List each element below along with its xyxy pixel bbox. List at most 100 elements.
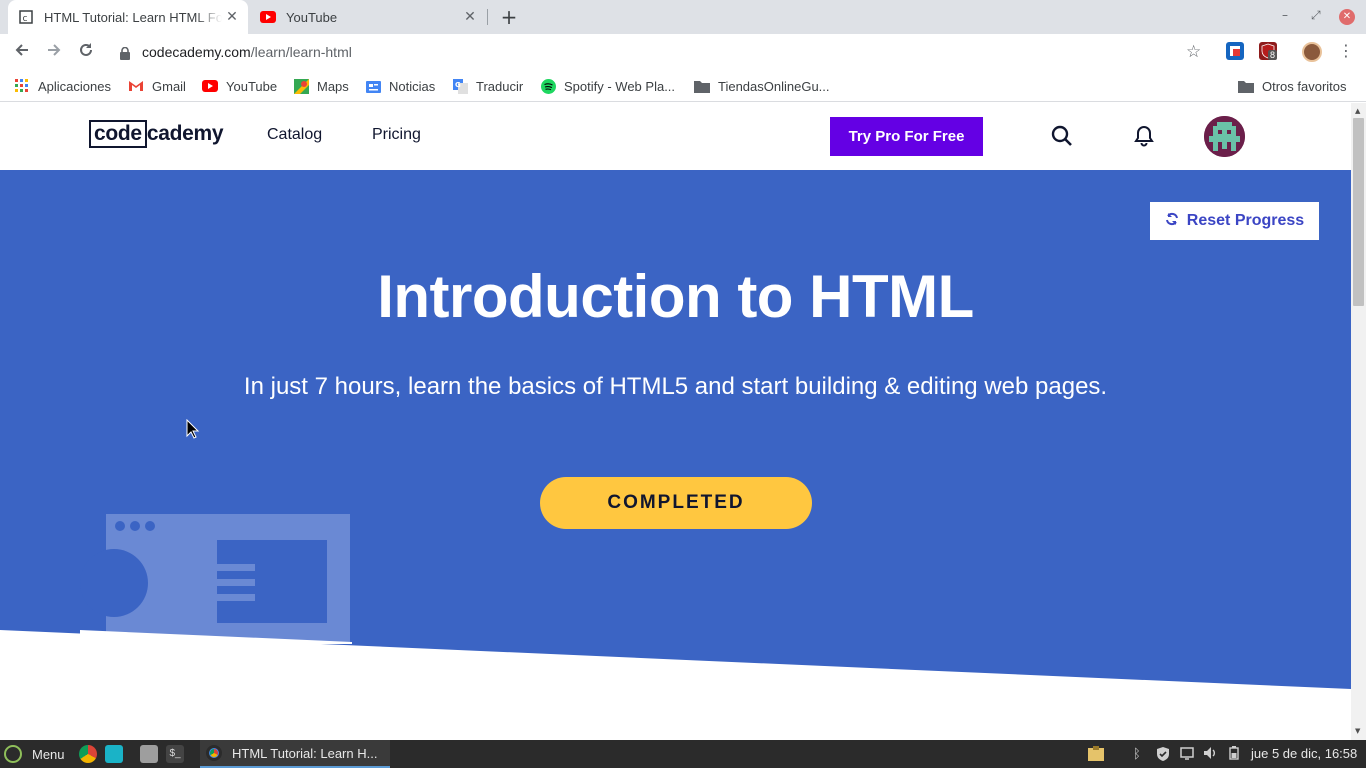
browser-tab-bar: c HTML Tutorial: Learn HTML For Free | C… — [0, 0, 1366, 34]
lock-icon[interactable] — [120, 45, 130, 64]
tab-close-icon[interactable]: ✕ — [460, 7, 480, 27]
news-icon — [365, 78, 381, 94]
youtube-icon — [202, 78, 218, 94]
forward-button[interactable] — [44, 42, 64, 62]
mouse-cursor-icon — [186, 418, 200, 443]
profile-avatar[interactable] — [1302, 42, 1322, 62]
other-bookmarks-label: Otros favoritos — [1262, 78, 1347, 94]
page-scrollbar[interactable]: ▲ ▼ — [1351, 103, 1366, 740]
bookmark-label: Traducir — [476, 78, 524, 94]
display-icon[interactable] — [1180, 746, 1194, 763]
hero-bottom-slant — [0, 630, 1351, 740]
page-viewport: code cademy Catalog Pricing Try Pro For F… — [0, 103, 1351, 740]
site-header: code cademy Catalog Pricing Try Pro For F… — [0, 103, 1351, 170]
spotify-icon — [540, 78, 556, 94]
os-taskbar: Menu $_ HTML Tutorial: Learn H... ᛒ jue … — [0, 740, 1366, 768]
bookmark-star-icon[interactable]: ☆ — [1186, 42, 1201, 62]
maps-icon — [293, 78, 309, 94]
browser-illustration — [80, 514, 352, 648]
course-subtitle: In just 7 hours, learn the basics of HTM… — [243, 373, 1108, 400]
browser-toolbar: codecademy.com/learn/learn-html ☆ 8 ⋮ — [0, 34, 1366, 70]
bookmark-label: Aplicaciones — [38, 78, 111, 94]
tab-divider — [487, 9, 488, 25]
start-menu-button[interactable]: Menu — [4, 745, 65, 763]
course-hero: Reset Progress Introduction to HTML In j… — [0, 170, 1351, 740]
bookmark-apps[interactable]: Aplicaciones — [14, 77, 111, 95]
tab-title: YouTube — [286, 9, 338, 25]
refresh-icon — [1165, 212, 1179, 230]
bookmark-spotify[interactable]: Spotify - Web Pla... — [540, 77, 675, 95]
nav-catalog-link[interactable]: Catalog — [267, 126, 322, 144]
bookmark-youtube[interactable]: YouTube — [202, 77, 277, 95]
mint-logo-icon — [4, 745, 22, 763]
scroll-down-arrow-icon[interactable]: ▼ — [1355, 727, 1360, 735]
bookmark-label: Noticias — [389, 78, 436, 94]
chrome-launcher-icon[interactable] — [79, 745, 97, 763]
scroll-up-arrow-icon[interactable]: ▲ — [1355, 107, 1360, 115]
reset-progress-label: Reset Progress — [1186, 212, 1305, 229]
bookmark-folder-tiendas[interactable]: TiendasOnlineGu... — [694, 77, 830, 95]
address-bar[interactable]: codecademy.com/learn/learn-html ☆ — [112, 38, 1212, 66]
url-path: /learn/learn-html — [250, 44, 352, 60]
window-close-button[interactable]: ✕ — [1339, 9, 1355, 25]
bookmarks-bar: Aplicaciones Gmail YouTube Maps Noticias… — [0, 70, 1366, 102]
clock[interactable]: jue 5 de dic, 16:58 — [1251, 746, 1357, 761]
tab-codecademy[interactable]: c HTML Tutorial: Learn HTML For Free | C… — [8, 0, 248, 34]
bluetooth-icon[interactable]: ᛒ — [1133, 746, 1141, 761]
bookmark-label: Gmail — [152, 78, 186, 94]
start-menu-label: Menu — [32, 746, 65, 762]
new-tab-button[interactable]: + — [498, 6, 520, 28]
try-pro-button[interactable]: Try Pro For Free — [830, 117, 983, 156]
other-bookmarks[interactable]: Otros favoritos — [1238, 77, 1347, 95]
user-avatar[interactable] — [1204, 116, 1245, 157]
shield-icon[interactable] — [1156, 746, 1170, 765]
bookmark-label: Maps — [317, 78, 349, 94]
notes-tray-icon[interactable] — [1087, 746, 1105, 765]
extension-badge: 8 — [1268, 50, 1278, 60]
nav-pricing-link[interactable]: Pricing — [372, 126, 421, 144]
codecademy-favicon-icon: c — [18, 9, 34, 25]
taskbar-window-chrome[interactable]: HTML Tutorial: Learn H... — [200, 740, 390, 768]
codecademy-logo[interactable]: code cademy — [89, 120, 224, 148]
terminal-launcher-icon[interactable]: $_ — [166, 745, 184, 763]
apps-grid-icon — [14, 78, 30, 94]
reload-button[interactable] — [76, 42, 96, 62]
text-editor-launcher-icon[interactable] — [140, 745, 158, 763]
bookmark-label: YouTube — [226, 78, 278, 94]
search-icon[interactable] — [1051, 125, 1073, 151]
taskbar-window-title: HTML Tutorial: Learn H... — [232, 745, 378, 761]
url-text: codecademy.com/learn/learn-html — [142, 44, 352, 60]
ublock-extension-icon[interactable]: 8 — [1259, 42, 1278, 60]
minimize-icon[interactable]: – — [1282, 8, 1288, 22]
tab-youtube[interactable]: YouTube ✕ — [250, 0, 486, 34]
bookmark-gmail[interactable]: Gmail — [128, 77, 186, 95]
svg-text:c: c — [23, 14, 28, 24]
tab-close-icon[interactable]: ✕ — [222, 7, 242, 27]
url-host: codecademy.com — [142, 44, 251, 60]
folder-icon — [694, 78, 710, 94]
logo-boxed-text: code — [89, 120, 147, 148]
bookmark-traducir[interactable]: G Traducir — [452, 77, 523, 95]
folder-icon — [1238, 78, 1254, 94]
notifications-bell-icon[interactable] — [1134, 125, 1154, 151]
reset-progress-button[interactable]: Reset Progress — [1150, 202, 1319, 240]
files-launcher-icon[interactable] — [105, 745, 123, 763]
youtube-favicon-icon — [260, 9, 276, 25]
volume-icon[interactable] — [1203, 746, 1217, 763]
gmail-icon — [128, 78, 144, 94]
bookmark-maps[interactable]: Maps — [293, 77, 349, 95]
logo-rest-text: cademy — [146, 122, 224, 145]
chrome-icon — [206, 745, 222, 761]
svg-text:G: G — [455, 81, 461, 89]
bookmark-label: TiendasOnlineGu... — [718, 78, 830, 94]
bookmark-noticias[interactable]: Noticias — [365, 77, 435, 95]
translate-icon: G — [452, 78, 468, 94]
restore-icon[interactable]: ⤢ — [1311, 8, 1321, 23]
more-options-icon[interactable]: ⋮ — [1338, 42, 1354, 60]
scrollbar-thumb[interactable] — [1353, 118, 1364, 306]
bookmark-label: Spotify - Web Pla... — [564, 78, 676, 94]
extension-icon[interactable] — [1226, 42, 1244, 60]
battery-icon[interactable] — [1228, 746, 1240, 763]
completed-button[interactable]: COMPLETED — [540, 477, 812, 529]
back-button[interactable] — [12, 42, 32, 62]
